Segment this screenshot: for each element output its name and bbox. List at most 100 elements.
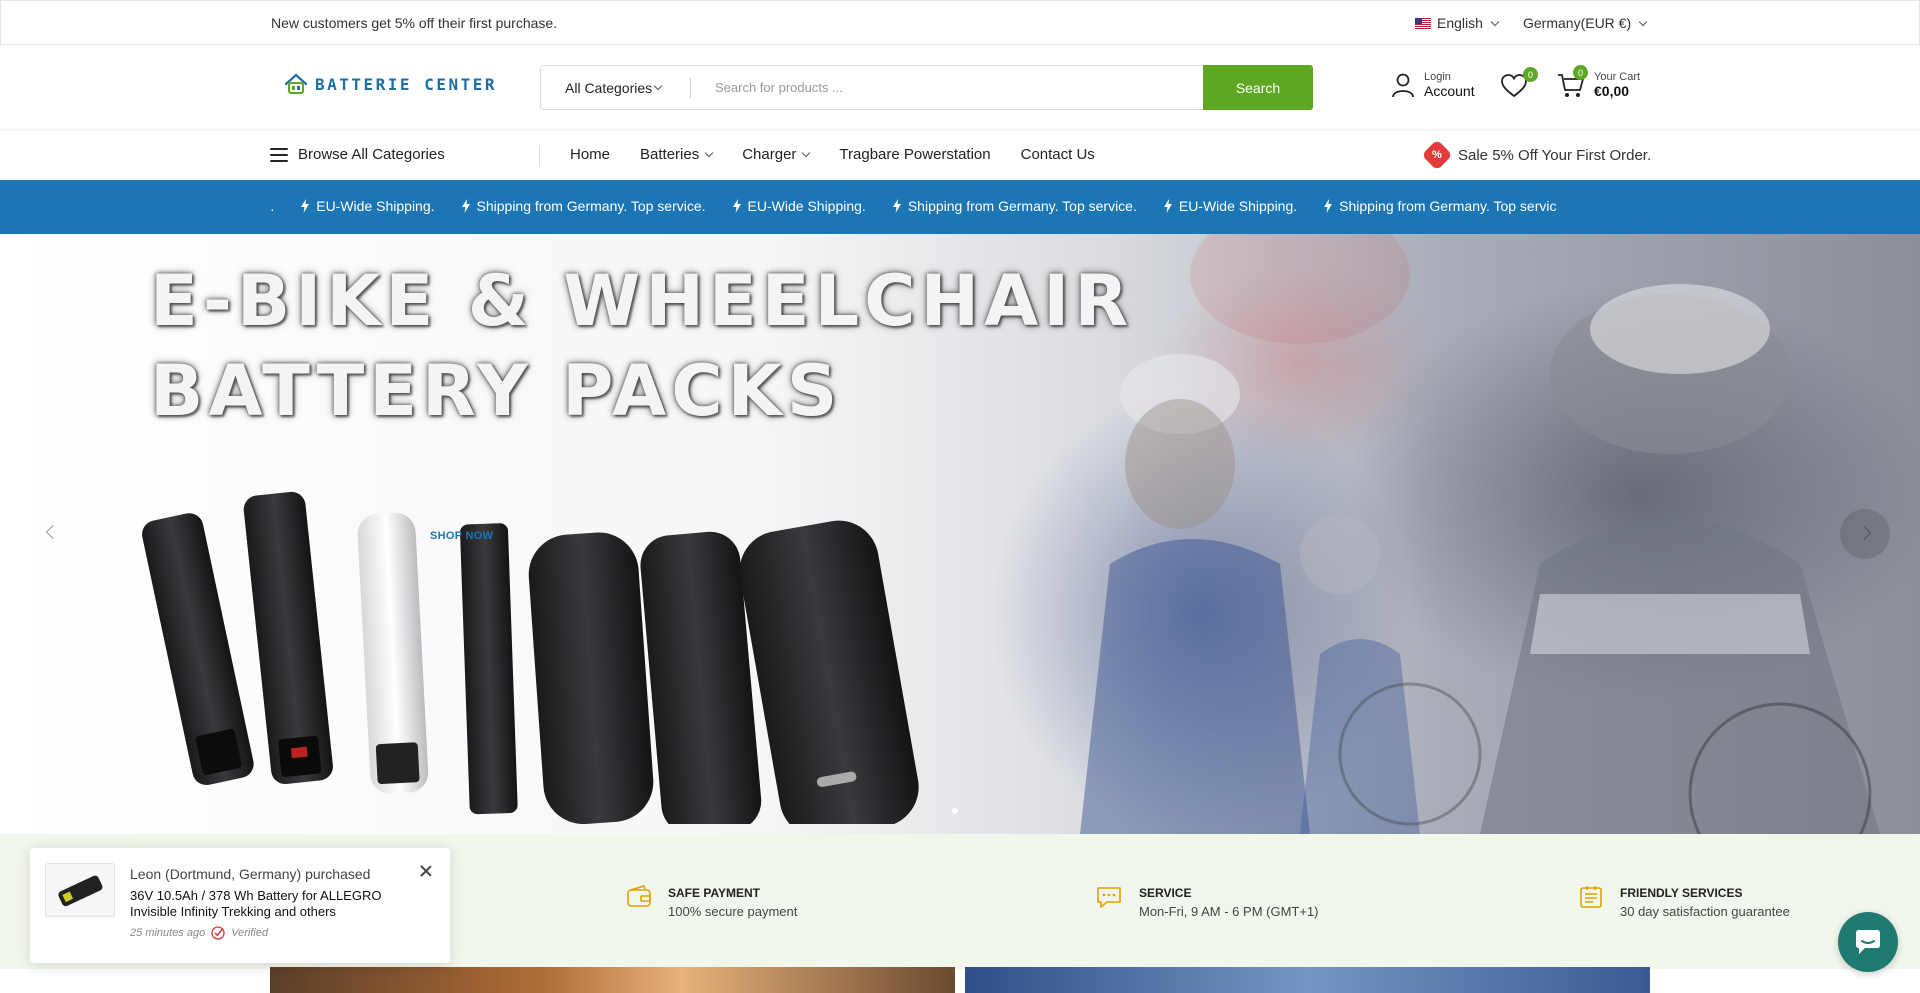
category-select-label: All Categories <box>565 79 653 96</box>
category-banner-left[interactable] <box>270 967 955 993</box>
shipping-ticker: service. EU-Wide Shipping. Shipping from G… <box>0 180 1920 234</box>
feature-friendly-services: FRIENDLY SERVICES 30 day satisfaction gu… <box>1578 884 1790 919</box>
hero-title: E-BIKE & WHEELCHAIR BATTERY PACKS <box>150 256 1133 436</box>
cart-button[interactable]: 0 Your Cart €0,00 <box>1556 65 1641 99</box>
close-icon[interactable] <box>419 864 433 878</box>
currency-selector[interactable]: Germany(EUR €) <box>1523 15 1648 31</box>
main-nav: Browse All Categories Home Batteries Cha… <box>0 130 1920 180</box>
nav-item-powerstation[interactable]: Tragbare Powerstation <box>839 146 990 163</box>
wishlist-count-badge: 0 <box>1523 67 1538 82</box>
user-icon <box>1392 73 1414 98</box>
nav-item-batteries[interactable]: Batteries <box>640 146 714 163</box>
ticker-text: Shipping from Germany. Top service. <box>907 198 1137 214</box>
feature-desc: 100% secure payment <box>668 904 798 919</box>
feature-desc: Mon-Fri, 9 AM - 6 PM (GMT+1) <box>1139 904 1319 919</box>
ticker-item: service. <box>270 198 274 214</box>
sale-notice[interactable]: % Sale 5% Off Your First Order. <box>1421 139 1652 171</box>
ticker-item: EU-Wide Shipping. <box>1163 198 1297 214</box>
feature-safe-payment: SAFE PAYMENT 100% secure payment <box>626 884 797 919</box>
chevron-down-icon <box>653 81 663 91</box>
product-thumbnail[interactable] <box>45 863 115 917</box>
nav-item-label: Batteries <box>640 146 700 163</box>
ticker-text: EU-Wide Shipping. <box>747 198 866 214</box>
recent-purchase-popup[interactable]: Leon (Dortmund, Germany) purchased 36V 1… <box>30 848 450 963</box>
language-selector[interactable]: English <box>1415 15 1500 31</box>
browse-categories-button[interactable]: Browse All Categories <box>270 146 445 163</box>
chat-widget-button[interactable] <box>1838 912 1898 972</box>
category-banner-right[interactable] <box>965 967 1650 993</box>
account-link[interactable]: Login Account <box>1390 71 1475 99</box>
nav-item-label: Home <box>570 146 611 163</box>
battery-packs-photo <box>142 491 919 824</box>
popup-buyer-text: Leon (Dortmund, Germany) purchased <box>130 866 371 882</box>
ticker-track: service. EU-Wide Shipping. Shipping from G… <box>270 180 1650 234</box>
hero-title-line2: BATTERY PACKS <box>150 350 843 432</box>
ticker-item: Shipping from Germany. Top service. <box>461 198 706 214</box>
lightning-bolt-icon <box>892 199 901 213</box>
chevron-down-icon <box>802 148 811 158</box>
wishlist-button[interactable]: 0 <box>1500 67 1538 101</box>
feature-title: SAFE PAYMENT <box>668 886 761 900</box>
search-bar: All Categories Search <box>540 65 1313 110</box>
us-flag-icon <box>1415 17 1431 29</box>
site-logo[interactable]: BATTERIE CENTER <box>283 71 497 97</box>
search-input[interactable] <box>691 66 1203 109</box>
popup-meta: 25 minutes ago Verified <box>130 926 268 940</box>
popup-time: 25 minutes ago <box>130 927 206 939</box>
ticker-text: Shipping from Germany. Top servic <box>1339 198 1557 214</box>
browse-label: Browse All Categories <box>298 146 445 163</box>
ticker-text: EU-Wide Shipping. <box>316 198 435 214</box>
feature-title: FRIENDLY SERVICES <box>1620 886 1743 900</box>
ticker-items: service. EU-Wide Shipping. Shipping from G… <box>270 198 1583 214</box>
ticker-text: Shipping from Germany. Top service. <box>476 198 706 214</box>
login-label: Login <box>1424 71 1451 83</box>
popup-verified: Verified <box>231 927 269 939</box>
nav-item-contact[interactable]: Contact Us <box>1021 146 1095 163</box>
lightning-bolt-icon <box>1163 199 1172 213</box>
ticker-item: Shipping from Germany. Top service. <box>892 198 1137 214</box>
lightning-bolt-icon <box>461 199 470 213</box>
page: New customers get 5% off their first pur… <box>0 0 1920 993</box>
nav-item-charger[interactable]: Charger <box>742 146 811 163</box>
slider-dot-active[interactable] <box>952 808 958 814</box>
checklist-icon <box>1580 886 1602 908</box>
slider-prev-arrow-icon[interactable] <box>45 524 61 540</box>
hamburger-icon <box>270 147 288 162</box>
chevron-down-icon <box>704 148 714 158</box>
top-announcement-bar: New customers get 5% off their first pur… <box>0 0 1920 45</box>
lightning-bolt-icon <box>1324 199 1333 213</box>
sale-text: Sale 5% Off Your First Order. <box>1458 146 1652 164</box>
cart-label: Your Cart <box>1594 71 1641 83</box>
nav-item-home[interactable]: Home <box>570 146 610 163</box>
shop-now-link[interactable]: SHOP NOW <box>430 530 493 542</box>
house-battery-logo-icon <box>284 73 308 94</box>
category-select[interactable]: All Categories <box>541 66 691 109</box>
nav-menu: Home Batteries Charger Tragbare Powersta… <box>570 146 1125 163</box>
cart-total: €0,00 <box>1594 83 1630 99</box>
nav-item-label: Charger <box>742 146 797 163</box>
chat-icon <box>1856 930 1880 954</box>
site-header: BATTERIE CENTER All Categories Search Lo… <box>0 45 1920 130</box>
lightning-bolt-icon <box>732 199 741 213</box>
promo-text: New customers get 5% off their first pur… <box>271 15 558 31</box>
hero-title-line1: E-BIKE & WHEELCHAIR <box>150 260 1134 342</box>
account-label: Account <box>1424 83 1475 99</box>
nav-item-label: Contact Us <box>1020 146 1095 163</box>
sale-badge-icon: % <box>1421 139 1453 171</box>
wallet-icon <box>627 884 651 907</box>
nav-item-label: Tragbare Powerstation <box>839 146 991 163</box>
popup-product-name[interactable]: 36V 10.5Ah / 378 Wh Battery for ALLEGRO … <box>130 888 420 920</box>
ticker-text: service. <box>270 198 275 214</box>
region-label: Germany(EUR €) <box>1523 15 1632 31</box>
lightning-bolt-icon <box>301 199 310 213</box>
search-button[interactable]: Search <box>1203 65 1313 110</box>
sale-badge-symbol: % <box>1432 149 1442 161</box>
chevron-down-icon <box>1490 17 1500 26</box>
verified-check-icon <box>211 926 225 940</box>
language-label: English <box>1437 15 1483 31</box>
feature-service: SERVICE Mon-Fri, 9 AM - 6 PM (GMT+1) <box>1095 884 1319 919</box>
ticker-text: EU-Wide Shipping. <box>1178 198 1298 214</box>
feature-title: SERVICE <box>1139 886 1192 900</box>
cart-count-badge: 0 <box>1573 65 1588 80</box>
battery-product-image <box>58 875 103 907</box>
